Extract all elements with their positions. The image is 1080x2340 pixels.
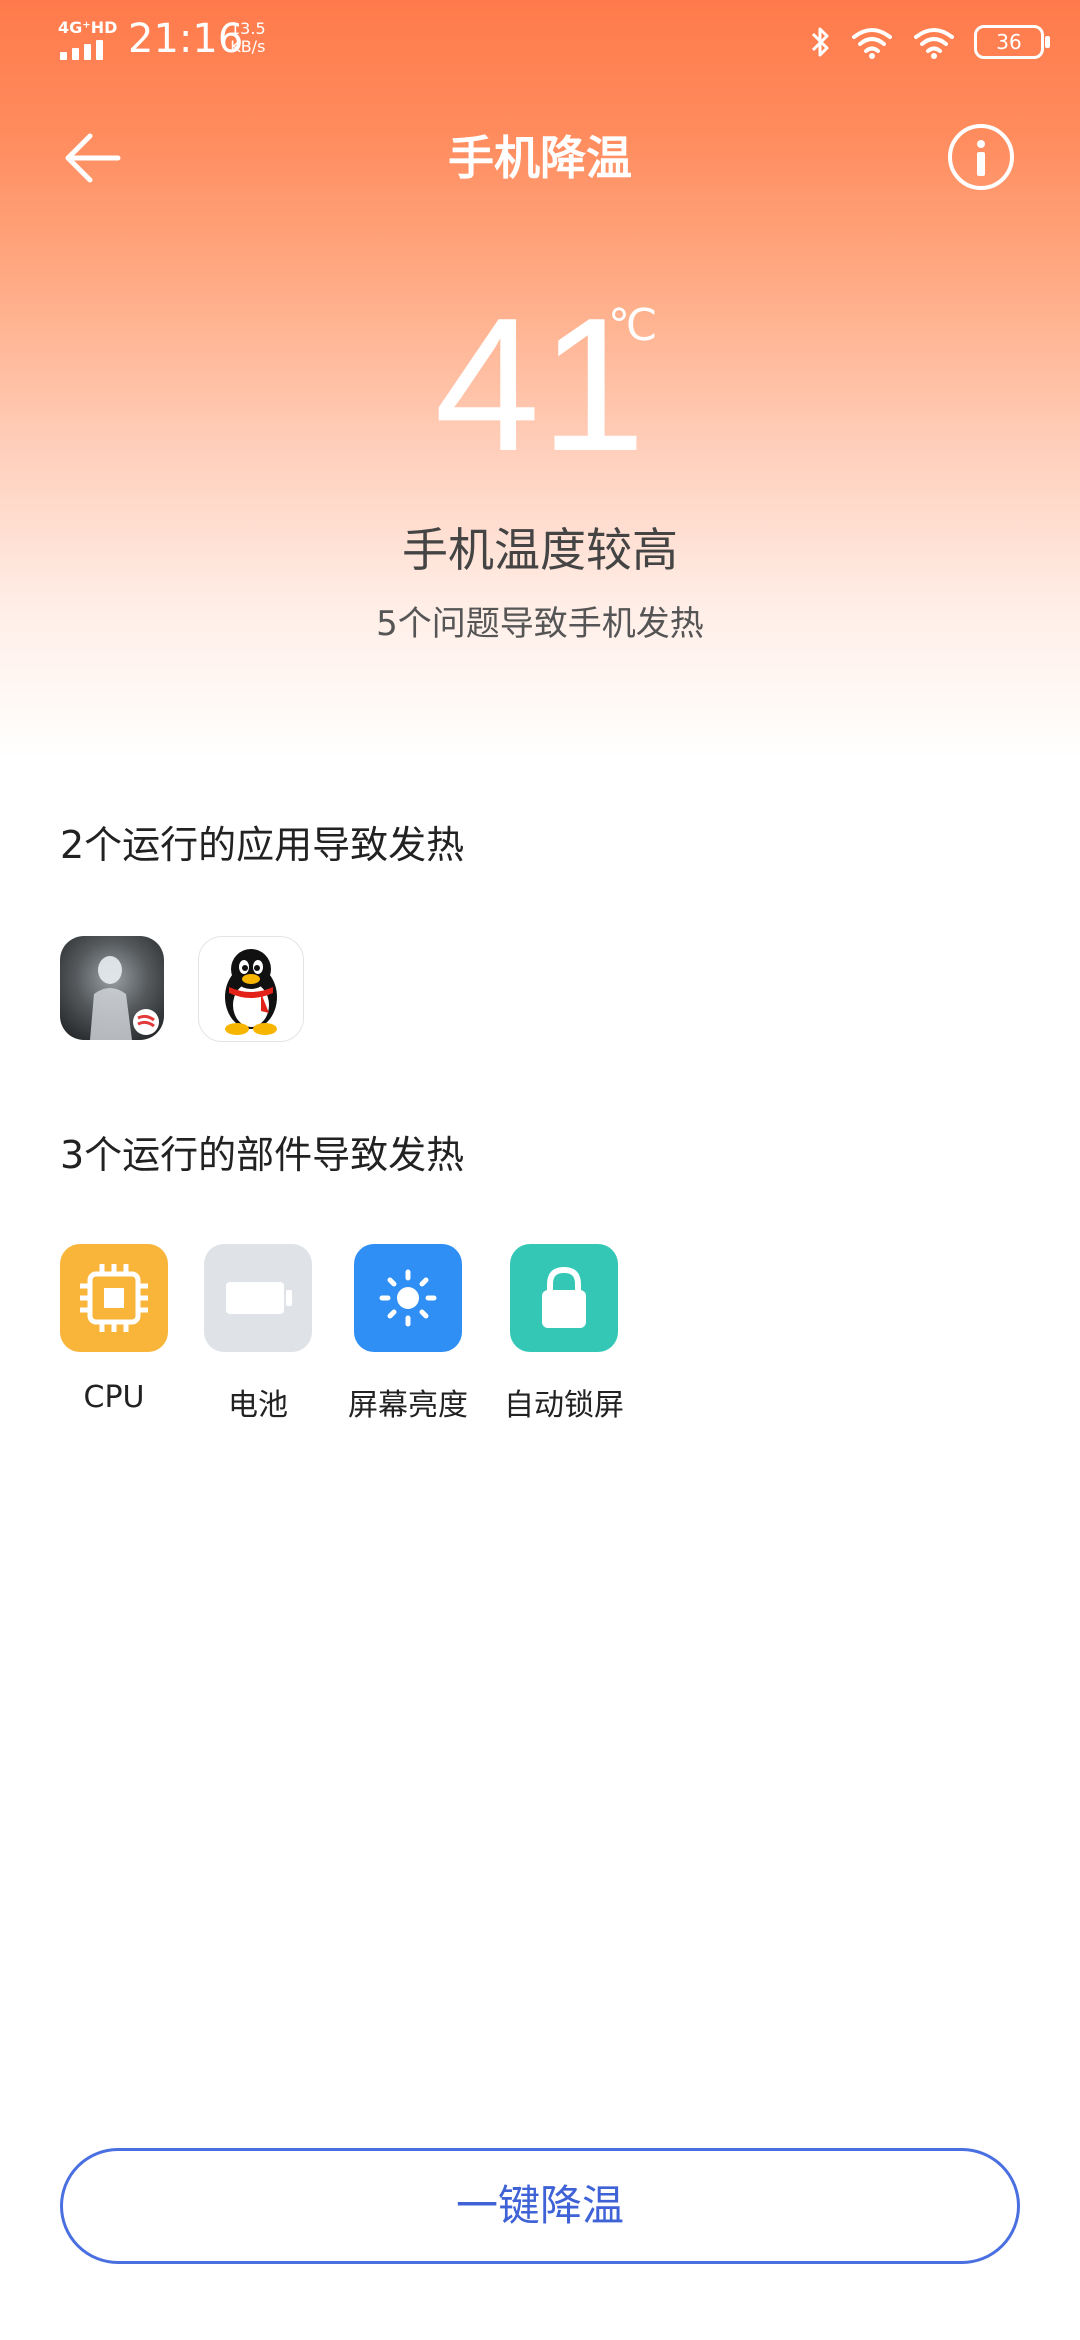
battery-icon [226,1282,292,1314]
speed-value: 13.5 [230,19,266,38]
temperature-summary: 5个问题导致手机发热 [376,604,704,644]
speed-unit: KB/s [230,37,266,56]
component-label-autolock: 自动锁屏 [504,1388,624,1423]
network-type: 4G⁺HD [58,18,118,37]
brightness-icon [379,1269,437,1327]
components-section-title: 3个运行的部件导致发热 [60,1133,465,1177]
signal-icon [60,40,112,60]
wifi-icon [852,28,892,59]
qq-penguin-icon[interactable] [198,936,304,1042]
cpu-icon [80,1264,148,1332]
temperature-display: 41 [0,290,1080,480]
lock-icon [542,1266,586,1328]
status-bar: 4G⁺HD 21:16 13.5 KB/s 36 [0,0,1080,84]
battery-component[interactable] [204,1244,312,1352]
page-title: 手机降温 [448,131,632,185]
wifi-plus-icon [914,28,954,59]
network-speed: 13.5 KB/s [230,20,266,56]
temperature-unit: ℃ [608,300,658,351]
clock: 21:16 [128,16,244,62]
game-app-icon[interactable] [60,936,164,1040]
brightness-component[interactable] [354,1244,462,1352]
temperature-status: 手机温度较高 [402,523,678,577]
one-tap-cool-button[interactable]: 一键降温 [60,2148,1020,2264]
autolock-component[interactable] [510,1244,618,1352]
battery-icon: 36 [974,25,1050,59]
bluetooth-icon [811,27,829,57]
component-label-cpu: CPU [83,1380,145,1415]
component-label-brightness: 屏幕亮度 [348,1388,468,1423]
cpu-component[interactable] [60,1244,168,1352]
info-icon[interactable] [948,124,1014,190]
apps-section-title: 2个运行的应用导致发热 [60,823,465,867]
component-label-battery: 电池 [228,1388,288,1423]
status-icons: 36 [810,20,1050,64]
